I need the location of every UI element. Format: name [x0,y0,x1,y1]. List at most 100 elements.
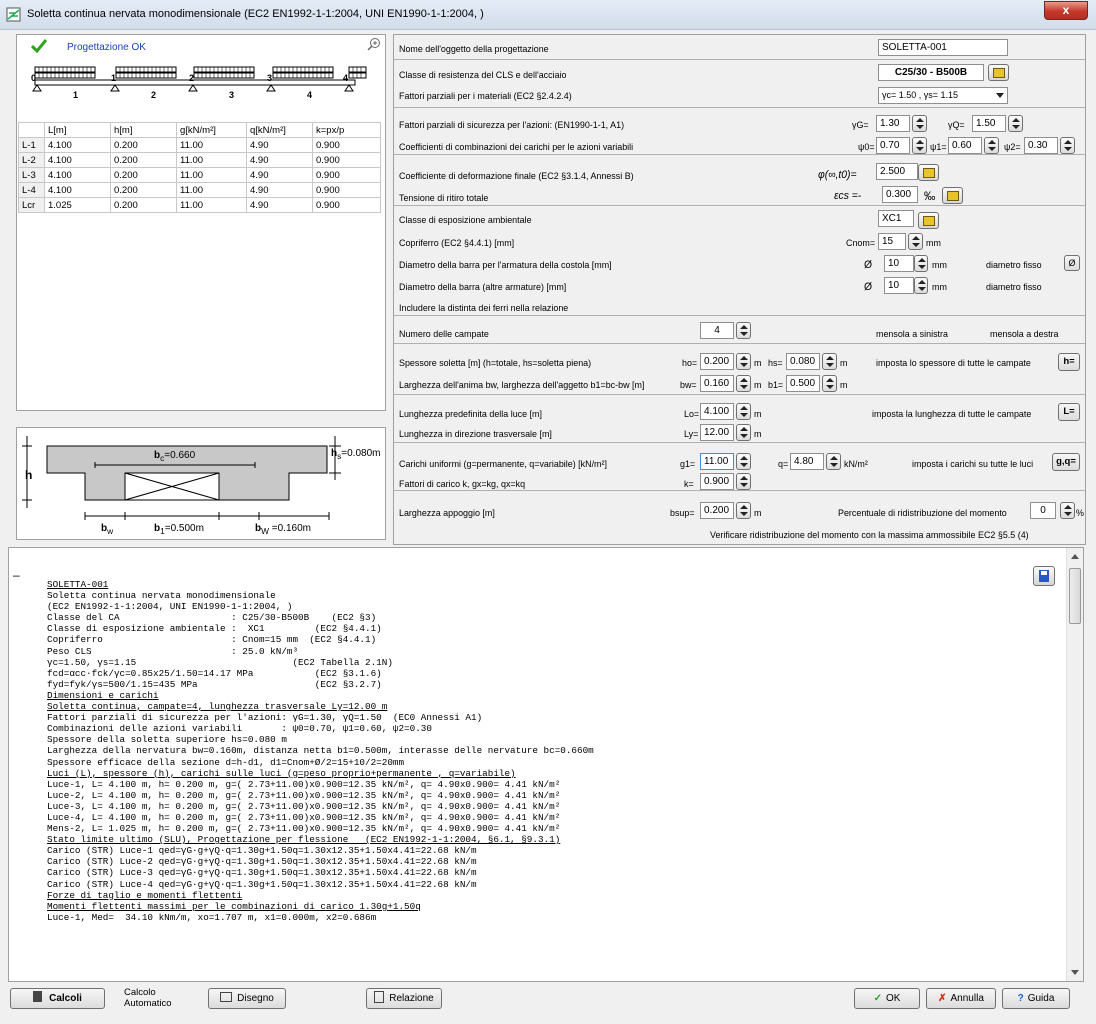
scroll-up-icon[interactable] [1071,554,1079,559]
verifica-checkbox[interactable]: Verificare ridistribuzione del momento c… [710,530,1029,541]
bsup-input[interactable]: 0.200 [700,502,734,519]
scroll-down-icon[interactable] [1071,970,1079,975]
row-header[interactable]: L-4 [18,182,45,198]
table-row[interactable]: L-1 4.100 0.200 11.00 4.90 0.900 [18,137,381,153]
table-cell[interactable]: 1.025 [44,197,111,213]
q-stepper[interactable] [826,453,841,470]
k-input[interactable]: 0.900 [700,473,734,490]
zoom-icon[interactable] [367,37,381,51]
table-cell[interactable]: 4.90 [246,152,313,168]
collapse-toggle[interactable]: – [13,568,20,582]
classe-picker-button[interactable] [988,64,1009,81]
ecs-input[interactable]: 0.300 [882,186,918,203]
ridistr-stepper[interactable] [1060,502,1075,519]
campate-stepper[interactable] [736,322,751,339]
psi0-stepper[interactable] [912,137,927,154]
b1-stepper[interactable] [822,375,837,392]
table-cell[interactable]: 0.900 [312,167,381,183]
cnom-stepper[interactable] [908,233,923,250]
diam-costola-dropdown[interactable] [914,255,928,272]
apply-loads-button[interactable]: g,q= [1052,453,1080,471]
calcolo-automatico-checkbox[interactable]: Calcolo Automatico [124,987,172,1009]
ly-input[interactable]: 12.00 [700,424,734,441]
psi1-input[interactable]: 0.60 [948,137,982,154]
psi0-input[interactable]: 0.70 [876,137,910,154]
ho-stepper[interactable] [736,353,751,370]
annulla-button[interactable]: ✗ Annulla [926,988,996,1009]
table-cell[interactable]: 11.00 [176,197,247,213]
calcoli-button[interactable]: Calcoli [10,988,105,1009]
table-cell[interactable]: 11.00 [176,167,247,183]
table-cell[interactable]: 0.200 [110,197,177,213]
table-row[interactable]: L-3 4.100 0.200 11.00 4.90 0.900 [18,167,381,183]
bw-stepper[interactable] [736,375,751,392]
table-cell[interactable]: 11.00 [176,152,247,168]
table-row[interactable]: L-4 4.100 0.200 11.00 4.90 0.900 [18,182,381,198]
lo-stepper[interactable] [736,403,751,420]
q-input[interactable]: 4.80 [790,453,824,470]
gG-input[interactable]: 1.30 [876,115,910,132]
report-view[interactable]: – SOLETTA-001 Soletta continua nervata mo… [8,547,1084,982]
ecs-calc-button[interactable] [942,187,963,204]
gQ-input[interactable]: 1.50 [972,115,1006,132]
mensola-sx-checkbox[interactable]: mensola a sinistra [876,329,948,340]
table-cell[interactable]: 0.900 [312,197,381,213]
table-cell[interactable]: 0.200 [110,167,177,183]
ly-stepper[interactable] [736,424,751,441]
esposizione-button[interactable] [918,212,939,229]
phi-input[interactable]: 2.500 [876,163,918,180]
close-button[interactable]: x [1044,1,1088,20]
bsup-stepper[interactable] [736,502,751,519]
table-cell[interactable]: 4.90 [246,197,313,213]
table-cell[interactable]: 0.900 [312,182,381,198]
apply-length-button[interactable]: L= [1058,403,1080,421]
fattori-mat-select[interactable]: γc= 1.50 , γs= 1.15 [878,87,1008,104]
table-cell[interactable]: 4.100 [44,167,111,183]
psi2-input[interactable]: 0.30 [1024,137,1058,154]
report-scrollbar[interactable] [1066,548,1083,981]
table-cell[interactable]: 0.200 [110,137,177,153]
hs-input[interactable]: 0.080 [786,353,820,370]
table-cell[interactable]: 4.100 [44,137,111,153]
classe-value[interactable]: C25/30 - B500B [878,64,984,81]
table-cell[interactable]: 4.100 [44,152,111,168]
table-cell[interactable]: 0.900 [312,137,381,153]
table-cell[interactable]: 4.90 [246,182,313,198]
esposizione-input[interactable]: XC1 [878,210,914,227]
table-cell[interactable]: 4.100 [44,182,111,198]
scroll-thumb[interactable] [1069,568,1081,624]
diam-costola-input[interactable]: 10 [884,255,914,272]
b1-input[interactable]: 0.500 [786,375,820,392]
table-row[interactable]: Lcr 1.025 0.200 11.00 4.90 0.900 [18,197,381,213]
row-header[interactable]: L-2 [18,152,45,168]
table-row[interactable]: L-2 4.100 0.200 11.00 4.90 0.900 [18,152,381,168]
print-button[interactable] [1033,566,1055,586]
gQ-stepper[interactable] [1008,115,1023,132]
table-cell[interactable]: 0.200 [110,152,177,168]
campate-input[interactable]: 4 [700,322,734,339]
diameter-fixed-toggle[interactable]: Ø [1064,255,1080,271]
guida-button[interactable]: ? Guida [1002,988,1070,1009]
diam-altre-input[interactable]: 10 [884,277,914,294]
nome-input[interactable]: SOLETTA-001 [878,39,1008,56]
spans-table[interactable]: L[m] h[m] g[kN/m²] q[kN/m²] k=px/p L-1 4.… [18,122,381,213]
table-cell[interactable]: 4.90 [246,167,313,183]
diam-altre-dropdown[interactable] [914,277,928,294]
apply-thickness-button[interactable]: h= [1058,353,1080,371]
distinta-checkbox-label[interactable]: Includere la distinta dei ferri nella re… [399,303,568,314]
table-cell[interactable]: 11.00 [176,137,247,153]
table-cell[interactable]: 11.00 [176,182,247,198]
row-header[interactable]: L-1 [18,137,45,153]
psi1-stepper[interactable] [984,137,999,154]
row-header[interactable]: Lcr [18,197,45,213]
table-cell[interactable]: 0.900 [312,152,381,168]
ho-input[interactable]: 0.200 [700,353,734,370]
psi2-stepper[interactable] [1060,137,1075,154]
ok-button[interactable]: ✓ OK [854,988,920,1009]
table-cell[interactable]: 0.200 [110,182,177,198]
cnom-input[interactable]: 15 [878,233,906,250]
hs-stepper[interactable] [822,353,837,370]
mensola-dx-checkbox[interactable]: mensola a destra [990,329,1059,340]
lo-input[interactable]: 4.100 [700,403,734,420]
ridistr-input[interactable]: 0 [1030,502,1056,519]
